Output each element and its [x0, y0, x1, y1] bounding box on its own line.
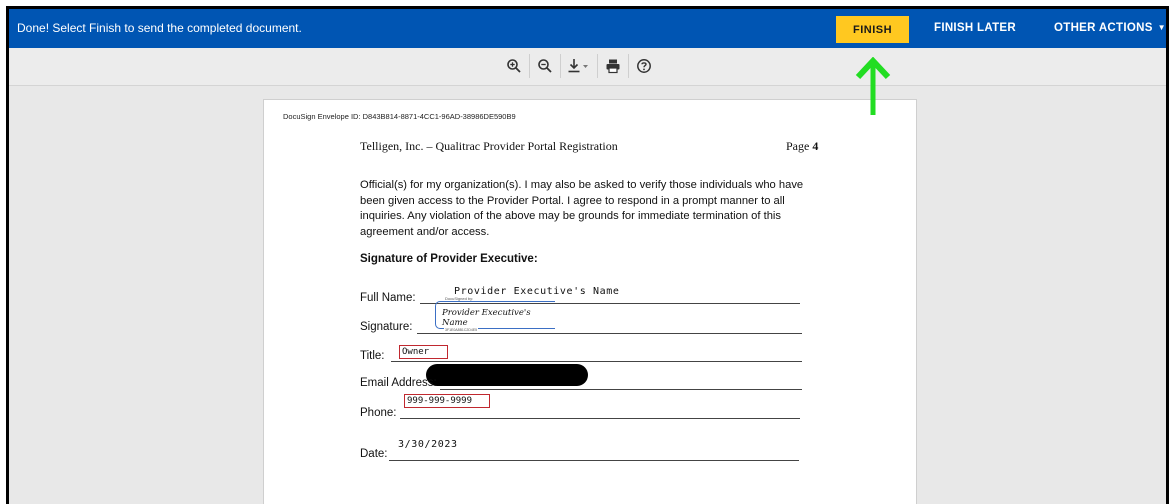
- zoom-out-icon: [538, 59, 552, 73]
- agreement-paragraph: Official(s) for my organization(s). I ma…: [360, 179, 804, 238]
- page-number: Page 4: [786, 139, 818, 154]
- zoom-out-button[interactable]: [530, 54, 561, 78]
- print-icon: [606, 59, 620, 74]
- signature-label: Signature:: [360, 321, 413, 333]
- signature-line: [417, 333, 802, 334]
- finish-later-button[interactable]: FINISH LATER: [934, 22, 1016, 34]
- app-window: Done! Select Finish to send the complete…: [6, 6, 1169, 504]
- help-button[interactable]: [629, 54, 659, 78]
- stamp-docusigned-by: DocuSigned by:: [444, 296, 475, 301]
- action-bar: Done! Select Finish to send the complete…: [9, 9, 1166, 48]
- stamp-signature-id: 3F1E0A8B1C2D4E5: [444, 328, 479, 332]
- completion-message: Done! Select Finish to send the complete…: [17, 21, 302, 35]
- caret-down-icon: ▼: [1157, 23, 1166, 32]
- finish-button[interactable]: FINISH: [836, 16, 909, 43]
- signature-value: Provider Executive's Name: [442, 308, 531, 328]
- phone-label: Phone:: [360, 407, 397, 419]
- zoom-in-icon: [507, 59, 521, 73]
- green-arrow-annotation: [855, 57, 891, 115]
- document-header-title: Telligen, Inc. – Qualitrac Provider Port…: [360, 139, 618, 153]
- date-line: [389, 460, 799, 461]
- page-label: Page: [786, 139, 810, 153]
- docusign-signature-stamp[interactable]: DocuSigned by: Provider Executive's Name…: [435, 296, 555, 332]
- page-number-value: 4: [812, 139, 819, 153]
- download-button[interactable]: [561, 54, 598, 78]
- full-name-value: Provider Executive's Name: [454, 286, 620, 297]
- date-value: 3/30/2023: [398, 439, 458, 450]
- title-line: [391, 361, 802, 362]
- full-name-label: Full Name:: [360, 292, 416, 304]
- email-label: Email Address:: [360, 377, 437, 389]
- download-icon: [568, 59, 588, 73]
- print-button[interactable]: [598, 54, 629, 78]
- email-line: [440, 389, 802, 390]
- other-actions-menu[interactable]: OTHER ACTIONS ▼: [1054, 22, 1166, 34]
- phone-line: [400, 418, 800, 419]
- document-page: DocuSign Envelope ID: D843B814-8871-4CC1…: [263, 99, 917, 504]
- email-redaction: [426, 364, 588, 386]
- phone-field[interactable]: 999-999-9999: [404, 394, 490, 408]
- help-icon: [637, 59, 651, 73]
- title-label: Title:: [360, 350, 385, 362]
- document-toolbar: [9, 48, 1166, 86]
- other-actions-label: OTHER ACTIONS: [1054, 22, 1153, 34]
- signature-heading: Signature of Provider Executive:: [360, 253, 538, 265]
- title-field[interactable]: Owner: [399, 345, 448, 359]
- document-viewer[interactable]: DocuSign Envelope ID: D843B814-8871-4CC1…: [9, 86, 1166, 504]
- date-label: Date:: [360, 448, 388, 460]
- toolbar-tools: [499, 54, 659, 78]
- zoom-in-button[interactable]: [499, 54, 530, 78]
- envelope-id: DocuSign Envelope ID: D843B814-8871-4CC1…: [283, 112, 516, 121]
